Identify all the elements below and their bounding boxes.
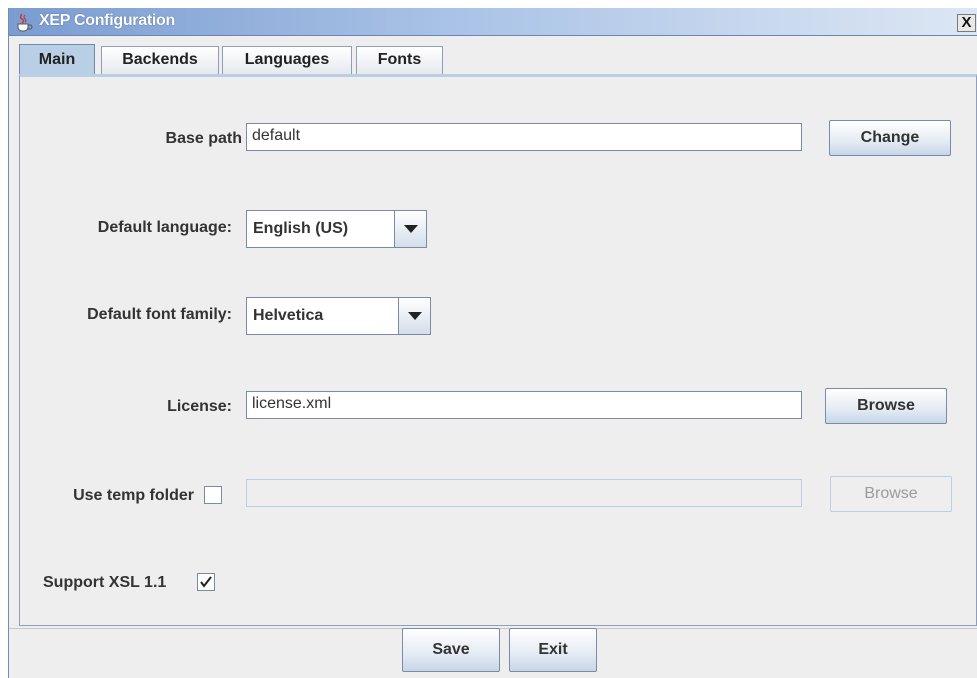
default-language-select[interactable]: English (US) <box>246 210 427 248</box>
chevron-down-icon[interactable] <box>398 298 430 334</box>
window-title: XEP Configuration <box>39 12 175 29</box>
support-xsl-checkbox[interactable] <box>197 573 215 591</box>
base-path-field[interactable]: default <box>246 123 802 151</box>
license-field[interactable]: license.xml <box>246 391 802 419</box>
temp-folder-field[interactable] <box>246 479 802 507</box>
use-temp-folder-label: Use temp folder <box>73 487 194 504</box>
tab-languages[interactable]: Languages <box>222 46 352 74</box>
tab-fonts[interactable]: Fonts <box>356 46 443 74</box>
default-font-family-label: Default font family: <box>87 306 232 323</box>
license-label: License: <box>167 398 232 415</box>
exit-button[interactable]: Exit <box>509 628 597 672</box>
use-temp-folder-checkbox[interactable] <box>204 486 222 504</box>
base-path-label: Base path <box>165 130 242 147</box>
default-language-label: Default language: <box>97 219 232 236</box>
default-language-value: English (US) <box>253 220 349 237</box>
tab-main[interactable]: Main <box>19 44 95 75</box>
tab-backends[interactable]: Backends <box>101 46 219 74</box>
license-browse-button[interactable]: Browse <box>825 388 947 424</box>
default-font-family-value: Helvetica <box>253 307 324 324</box>
support-xsl-label: Support XSL 1.1 <box>43 574 167 591</box>
save-button[interactable]: Save <box>402 628 500 672</box>
change-button[interactable]: Change <box>829 120 951 156</box>
title-bar[interactable]: XEP Configuration X <box>9 8 977 36</box>
main-tab-panel: Base path default Change Default languag… <box>19 74 977 626</box>
xep-configuration-window: XEP Configuration X Main Backends Langua… <box>8 8 977 678</box>
default-font-family-select[interactable]: Helvetica <box>246 297 431 335</box>
chevron-down-icon[interactable] <box>394 211 426 247</box>
temp-folder-browse-button[interactable]: Browse <box>830 476 952 512</box>
tab-strip: Main Backends Languages Fonts <box>19 44 969 75</box>
close-icon: X <box>961 14 972 31</box>
close-button[interactable]: X <box>957 14 976 32</box>
java-coffee-icon <box>15 12 33 32</box>
checkmark-icon <box>200 576 212 588</box>
